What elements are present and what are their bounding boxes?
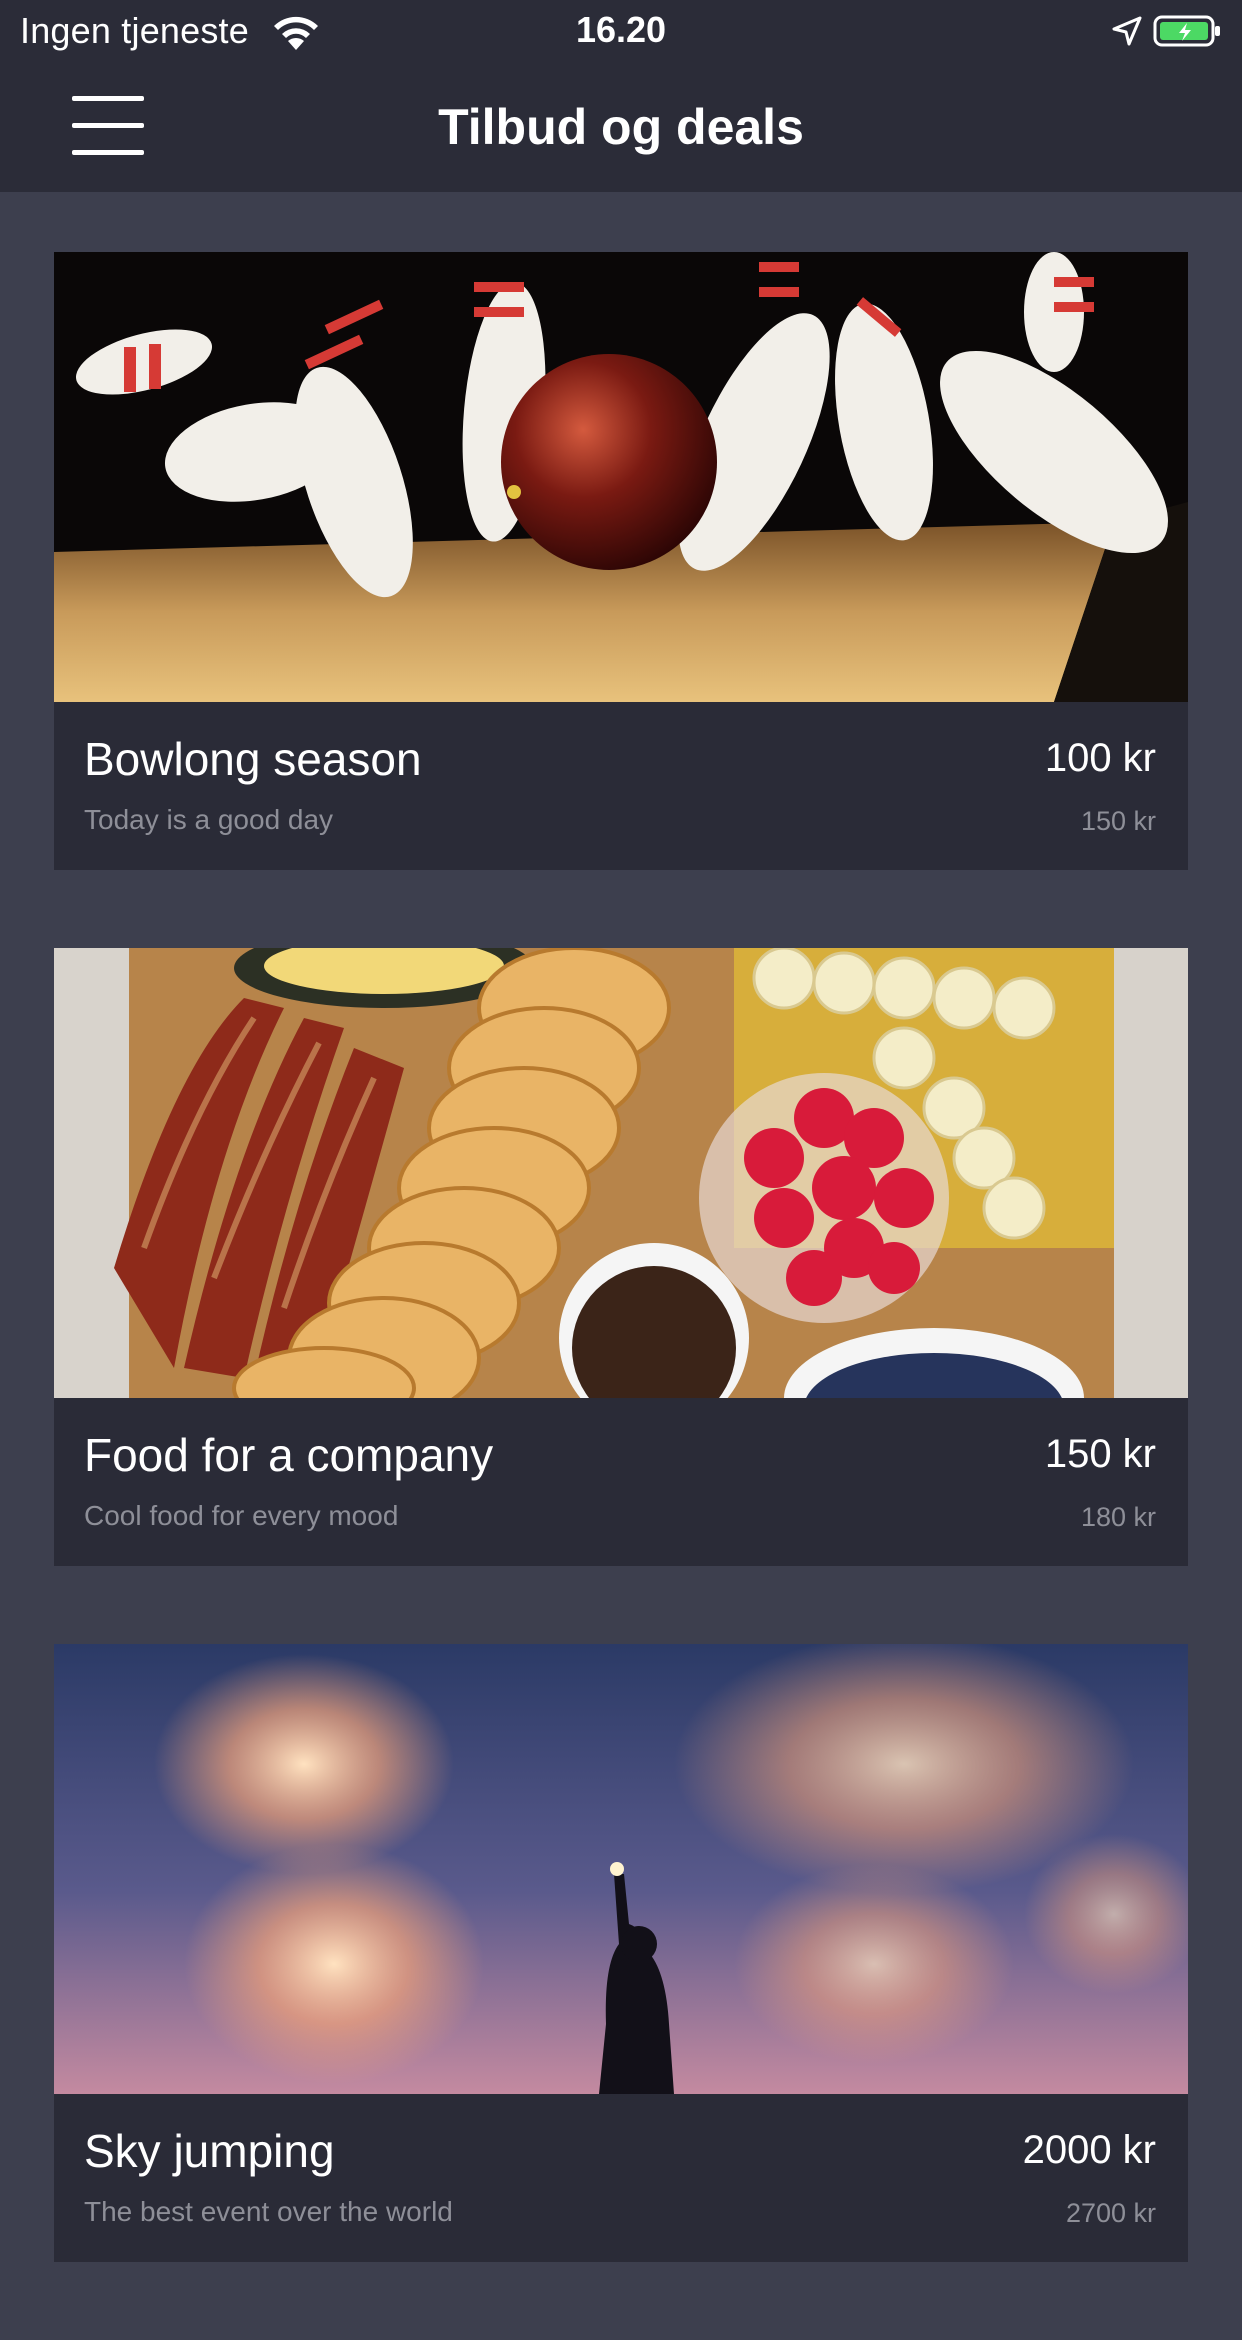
deal-card[interactable]: Food for a company Cool food for every m… (54, 948, 1188, 1566)
bowling-image (54, 252, 1188, 702)
deal-info: Food for a company Cool food for every m… (54, 1398, 1188, 1566)
food-platter-image (54, 948, 1188, 1398)
navigation-bar: Tilbud og deals (0, 64, 1242, 192)
deal-subtitle: Cool food for every mood (84, 1500, 399, 1531)
deal-info: Bowlong season Today is a good day 100 k… (54, 702, 1188, 870)
deal-price: 2000 kr (1022, 2128, 1156, 2172)
fireworks-image (54, 1644, 1188, 2094)
status-bar: Ingen tjeneste 16.20 (0, 0, 1242, 64)
deal-title: Food for a company (84, 1429, 494, 1481)
app-header: Ingen tjeneste 16.20 Tilbud og deals (0, 0, 1242, 192)
deal-subtitle: Today is a good day (84, 804, 334, 835)
page-title: Tilbud og deals (438, 99, 804, 155)
deal-old-price: 150 kr (1080, 806, 1156, 836)
deal-title: Sky jumping (84, 2125, 335, 2177)
deal-card[interactable]: Sky jumping The best event over the worl… (54, 1644, 1188, 2262)
deal-info: Sky jumping The best event over the worl… (54, 2094, 1188, 2262)
battery-icon (1153, 14, 1223, 48)
clock-time: 16.20 (575, 9, 667, 50)
deal-title: Bowlong season (84, 733, 422, 785)
deal-price: 100 kr (1044, 736, 1156, 780)
deal-price: 150 kr (1044, 1432, 1156, 1476)
deal-old-price: 2700 kr (1065, 2198, 1156, 2228)
deal-old-price: 180 kr (1080, 1502, 1156, 1532)
deal-card[interactable]: Bowlong season Today is a good day 100 k… (54, 252, 1188, 870)
deals-list[interactable]: Bowlong season Today is a good day 100 k… (54, 252, 1188, 2340)
location-arrow-icon (1110, 14, 1144, 48)
deal-subtitle: The best event over the world (84, 2196, 453, 2227)
